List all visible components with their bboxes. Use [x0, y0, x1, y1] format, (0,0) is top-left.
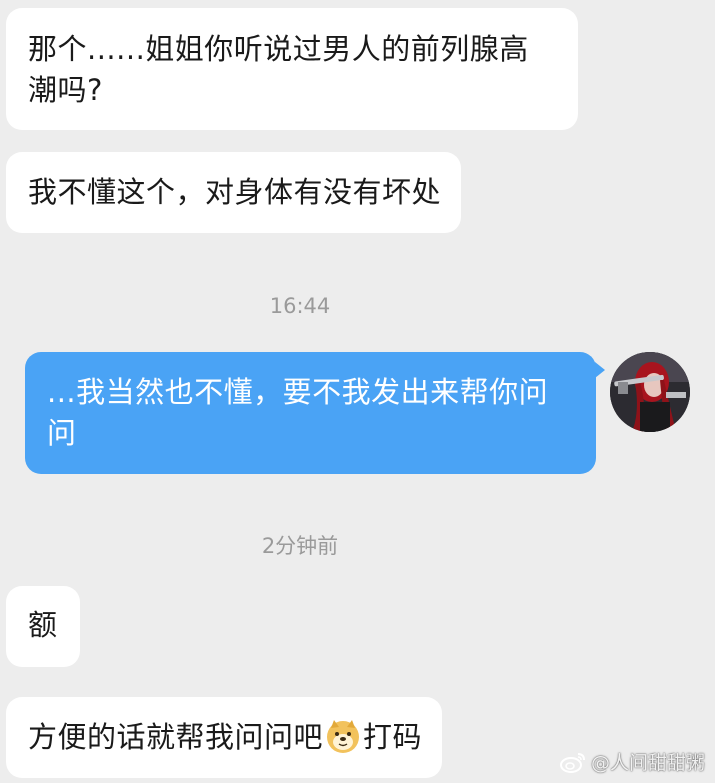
message-text: ...我当然也不懂，要不我发出来帮你问问	[47, 375, 549, 450]
avatar-image	[610, 352, 690, 432]
timestamp-2: 2分钟前	[261, 534, 339, 558]
doge-emoji-icon	[327, 720, 360, 753]
message-bubble-1[interactable]: 那个......姐姐你听说过男人的前列腺高潮吗?	[6, 8, 578, 130]
message-bubble-3[interactable]: 额	[6, 586, 80, 667]
message-bubble-2[interactable]: 我不懂这个，对身体有没有坏处	[6, 152, 462, 233]
message-bubble-self[interactable]: ...我当然也不懂，要不我发出来帮你问问	[25, 352, 605, 474]
weibo-icon	[559, 752, 585, 773]
timestamp-1: 16:44	[269, 294, 331, 318]
watermark-text: @人间甜甜粥	[590, 752, 705, 774]
message-bubble-4[interactable]: 方便的话就帮我问问吧 打码	[6, 697, 443, 778]
message-text: 我不懂这个，对身体有没有坏处	[28, 175, 442, 209]
message-text-suffix: 打码	[363, 720, 423, 754]
message-text: 那个......姐姐你听说过男人的前列腺高潮吗?	[28, 32, 529, 107]
message-text: 方便的话就帮我问问吧	[28, 720, 324, 754]
message-text: 额	[28, 608, 58, 642]
avatar[interactable]	[610, 352, 690, 432]
watermark: @人间甜甜粥	[559, 748, 705, 775]
